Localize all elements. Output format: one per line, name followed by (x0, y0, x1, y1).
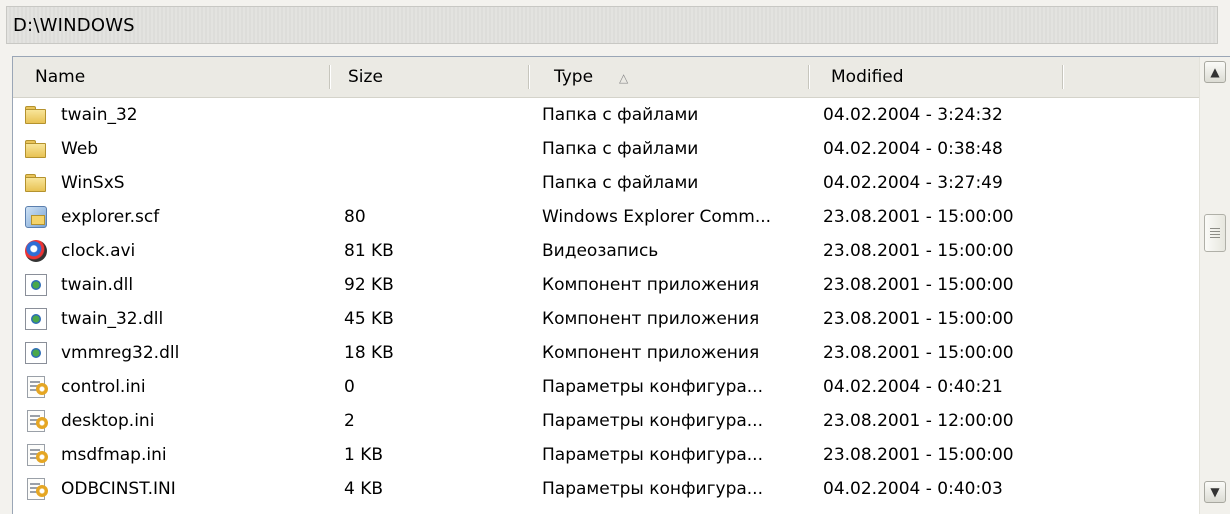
file-list-panel: Name Size Type △ Modified twain_32 Папка с… (12, 56, 1230, 514)
file-name: Web (61, 139, 99, 159)
column-divider[interactable] (1062, 65, 1063, 89)
file-size: 92 KB (344, 275, 394, 295)
ini-file-icon (27, 376, 48, 398)
file-name: ODBCINST.INI (61, 479, 176, 499)
file-name: clock.avi (61, 241, 136, 261)
file-name: desktop.ini (61, 411, 155, 431)
file-name: twain.dll (61, 275, 134, 295)
column-header-modified[interactable]: Modified (831, 57, 904, 97)
file-modified: 04.02.2004 - 3:27:49 (823, 173, 1003, 193)
folder-icon (25, 104, 47, 126)
file-row[interactable]: twain.dll 92 KB Компонент приложения 23.08.… (13, 268, 1199, 302)
file-modified: 23.08.2001 - 15:00:00 (823, 241, 1014, 261)
scroll-up-icon: ▲ (1210, 65, 1220, 79)
file-type: Видеозапись (542, 241, 659, 261)
scroll-down-button[interactable]: ▼ (1204, 481, 1226, 503)
file-type: Компонент приложения (542, 275, 760, 295)
folder-icon (25, 172, 47, 194)
scroll-down-icon: ▼ (1210, 485, 1220, 499)
file-type: Папка с файлами (542, 139, 699, 159)
file-size: 81 KB (344, 241, 394, 261)
scroll-up-button[interactable]: ▲ (1204, 61, 1226, 83)
grip-icon (1210, 228, 1220, 229)
file-size: 18 KB (344, 343, 394, 363)
file-modified: 23.08.2001 - 15:00:00 (823, 207, 1014, 227)
file-size: 4 KB (344, 479, 384, 499)
file-list: twain_32 Папка с файлами 04.02.2004 - 3:24… (13, 98, 1199, 506)
dll-file-icon (25, 274, 47, 296)
column-divider[interactable] (329, 65, 330, 89)
file-size: 2 (344, 411, 355, 431)
file-modified: 23.08.2001 - 12:00:00 (823, 411, 1014, 431)
file-row[interactable]: twain_32.dll 45 KB Компонент приложения 23.… (13, 302, 1199, 336)
file-row[interactable]: clock.avi 81 KB Видеозапись 23.08.2001 - 15… (13, 234, 1199, 268)
file-type: Компонент приложения (542, 309, 760, 329)
file-size: 0 (344, 377, 355, 397)
ini-file-icon (27, 444, 48, 466)
column-header-type-label: Type (554, 67, 594, 87)
file-size: 80 (344, 207, 366, 227)
file-modified: 04.02.2004 - 0:40:21 (823, 377, 1003, 397)
file-type: Параметры конфигура... (542, 377, 763, 397)
file-row[interactable]: Web Папка с файлами 04.02.2004 - 0:38:48 (13, 132, 1199, 166)
vertical-scrollbar[interactable]: ▲ ▼ (1199, 57, 1230, 514)
ini-file-icon (27, 478, 48, 500)
file-row[interactable]: desktop.ini 2 Параметры конфигура... 23.08.… (13, 404, 1199, 438)
file-type: Windows Explorer Comm... (542, 207, 772, 227)
column-header-name[interactable]: Name (35, 57, 85, 97)
column-header-row: Name Size Type △ Modified (13, 57, 1199, 98)
file-modified: 04.02.2004 - 0:38:48 (823, 139, 1003, 159)
file-modified: 23.08.2001 - 15:00:00 (823, 309, 1014, 329)
file-row[interactable]: msdfmap.ini 1 KB Параметры конфигура... 23.… (13, 438, 1199, 472)
dll-file-icon (25, 342, 47, 364)
sort-ascending-icon: △ (619, 71, 629, 85)
file-size: 1 KB (344, 445, 384, 465)
file-name: WinSxS (61, 173, 125, 193)
video-file-icon (25, 240, 47, 262)
file-type: Параметры конфигура... (542, 411, 763, 431)
file-row[interactable]: vmmreg32.dll 18 KB Компонент приложения 23.… (13, 336, 1199, 370)
file-row[interactable]: control.ini 0 Параметры конфигура... 04.02.… (13, 370, 1199, 404)
file-name: control.ini (61, 377, 146, 397)
column-header-size[interactable]: Size (348, 57, 383, 97)
explorer-command-icon (25, 206, 47, 228)
file-type: Папка с файлами (542, 105, 699, 125)
file-row[interactable]: twain_32 Папка с файлами 04.02.2004 - 3:24… (13, 98, 1199, 132)
file-name: twain_32.dll (61, 309, 164, 329)
file-type: Параметры конфигура... (542, 445, 763, 465)
file-modified: 04.02.2004 - 0:40:03 (823, 479, 1003, 499)
column-divider[interactable] (808, 65, 809, 89)
file-name: vmmreg32.dll (61, 343, 180, 363)
ini-file-icon (27, 410, 48, 432)
file-type: Параметры конфигура... (542, 479, 763, 499)
file-modified: 23.08.2001 - 15:00:00 (823, 445, 1014, 465)
file-name: explorer.scf (61, 207, 160, 227)
file-name: msdfmap.ini (61, 445, 167, 465)
current-path: D:\WINDOWS (13, 15, 135, 36)
file-row[interactable]: WinSxS Папка с файлами 04.02.2004 - 3:27:4… (13, 166, 1199, 200)
file-type: Компонент приложения (542, 343, 760, 363)
file-modified: 23.08.2001 - 15:00:00 (823, 343, 1014, 363)
file-name: twain_32 (61, 105, 138, 125)
column-header-type[interactable]: Type △ (554, 57, 628, 97)
column-divider[interactable] (528, 65, 529, 89)
scrollbar-thumb[interactable] (1204, 214, 1226, 252)
file-row[interactable]: ODBCINST.INI 4 KB Параметры конфигура... 04… (13, 472, 1199, 506)
file-row[interactable]: explorer.scf 80 Windows Explorer Comm... 23… (13, 200, 1199, 234)
file-type: Папка с файлами (542, 173, 699, 193)
file-size: 45 KB (344, 309, 394, 329)
folder-icon (25, 138, 47, 160)
file-modified: 04.02.2004 - 3:24:32 (823, 105, 1003, 125)
file-modified: 23.08.2001 - 15:00:00 (823, 275, 1014, 295)
dll-file-icon (25, 308, 47, 330)
path-bar[interactable]: D:\WINDOWS (6, 6, 1218, 44)
